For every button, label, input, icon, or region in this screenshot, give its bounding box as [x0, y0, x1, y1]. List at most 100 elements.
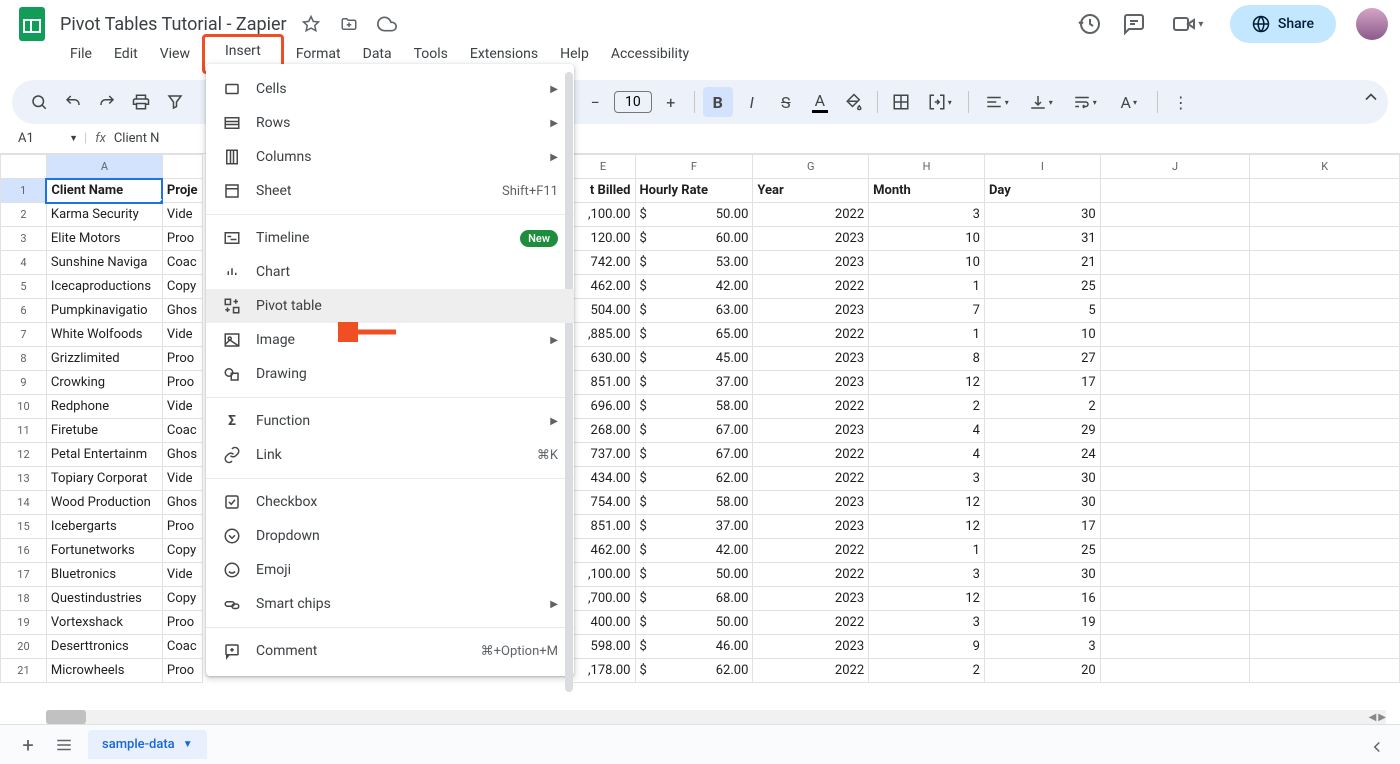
data-cell[interactable]: $68.00	[635, 587, 753, 611]
data-cell[interactable]: $60.00	[635, 227, 753, 251]
collapse-toolbar-icon[interactable]	[1356, 82, 1386, 112]
row-header[interactable]: 7	[1, 323, 47, 347]
data-cell[interactable]	[1100, 611, 1250, 635]
data-cell[interactable]: $62.00	[635, 659, 753, 683]
data-cell[interactable]	[1100, 251, 1250, 275]
data-cell[interactable]: White Wolfoods	[46, 323, 162, 347]
data-cell[interactable]: 25	[984, 539, 1100, 563]
fill-handle[interactable]	[159, 199, 163, 203]
data-cell[interactable]: ,178.00	[571, 659, 635, 683]
menu-pivot-table[interactable]: Pivot table	[206, 289, 574, 323]
menu-sheet[interactable]: SheetShift+F11	[206, 174, 574, 208]
cell-header-billed[interactable]: t Billed	[571, 179, 635, 203]
data-cell[interactable]: Sunshine Naviga	[46, 251, 162, 275]
data-cell[interactable]: 2023	[753, 299, 869, 323]
redo-icon[interactable]	[92, 87, 122, 117]
cell-header-day[interactable]: Day	[984, 179, 1100, 203]
data-cell[interactable]: 30	[984, 491, 1100, 515]
data-cell[interactable]	[1250, 323, 1400, 347]
data-cell[interactable]	[1100, 563, 1250, 587]
data-cell[interactable]: 30	[984, 203, 1100, 227]
data-cell[interactable]	[1100, 419, 1250, 443]
data-cell[interactable]: 2023	[753, 251, 869, 275]
data-cell[interactable]	[1100, 467, 1250, 491]
data-cell[interactable]	[1250, 299, 1400, 323]
data-cell[interactable]	[1100, 275, 1250, 299]
data-cell[interactable]: $50.00	[635, 203, 753, 227]
data-cell[interactable]	[1100, 443, 1250, 467]
data-cell[interactable]: 31	[984, 227, 1100, 251]
data-cell[interactable]: 25	[984, 275, 1100, 299]
data-cell[interactable]	[1100, 323, 1250, 347]
data-cell[interactable]: $37.00	[635, 515, 753, 539]
data-cell[interactable]: 17	[984, 515, 1100, 539]
data-cell[interactable]: Vide	[162, 323, 202, 347]
data-cell[interactable]: Copy	[162, 275, 202, 299]
data-cell[interactable]	[1250, 275, 1400, 299]
data-cell[interactable]: 737.00	[571, 443, 635, 467]
data-cell[interactable]: 2023	[753, 635, 869, 659]
menu-smart-chips[interactable]: Smart chips▶	[206, 587, 574, 621]
data-cell[interactable]	[1250, 203, 1400, 227]
data-cell[interactable]: 2023	[753, 419, 869, 443]
data-cell[interactable]: 120.00	[571, 227, 635, 251]
data-cell[interactable]: Grizzlimited	[46, 347, 162, 371]
data-cell[interactable]: 2023	[753, 347, 869, 371]
data-cell[interactable]: 2023	[753, 491, 869, 515]
decrease-font-icon[interactable]: −	[580, 87, 610, 117]
menu-rows[interactable]: Rows▶	[206, 106, 574, 140]
menu-file[interactable]: File	[60, 42, 102, 74]
data-cell[interactable]: 20	[984, 659, 1100, 683]
data-cell[interactable]	[1100, 635, 1250, 659]
undo-icon[interactable]	[58, 87, 88, 117]
data-cell[interactable]: Deserttronics	[46, 635, 162, 659]
row-header[interactable]: 2	[1, 203, 47, 227]
data-cell[interactable]: ,700.00	[571, 587, 635, 611]
data-cell[interactable]: ,885.00	[571, 323, 635, 347]
data-cell[interactable]: Proo	[162, 515, 202, 539]
data-cell[interactable]: 24	[984, 443, 1100, 467]
row-header-1[interactable]: 1	[1, 179, 47, 203]
data-cell[interactable]: 2022	[753, 539, 869, 563]
data-cell[interactable]: 2022	[753, 563, 869, 587]
data-cell[interactable]: 462.00	[571, 275, 635, 299]
data-cell[interactable]: $50.00	[635, 611, 753, 635]
data-cell[interactable]: ,100.00	[571, 203, 635, 227]
data-cell[interactable]: $58.00	[635, 395, 753, 419]
data-cell[interactable]: Ghos	[162, 491, 202, 515]
data-cell[interactable]	[1250, 515, 1400, 539]
row-header[interactable]: 12	[1, 443, 47, 467]
row-header[interactable]: 20	[1, 635, 47, 659]
data-cell[interactable]	[1100, 203, 1250, 227]
cell-B1[interactable]: Proje	[162, 179, 202, 203]
document-title[interactable]: Pivot Tables Tutorial - Zapier	[60, 14, 287, 35]
sheets-logo[interactable]	[12, 4, 52, 44]
data-cell[interactable]	[1100, 299, 1250, 323]
name-box[interactable]: A1▼	[12, 129, 84, 148]
data-cell[interactable]	[1250, 443, 1400, 467]
horizontal-scrollbar[interactable]: ◀▶	[46, 710, 1386, 724]
data-cell[interactable]: $67.00	[635, 419, 753, 443]
menu-accessibility[interactable]: Accessibility	[601, 42, 699, 74]
row-header[interactable]: 18	[1, 587, 47, 611]
data-cell[interactable]: Proo	[162, 371, 202, 395]
user-avatar[interactable]	[1356, 8, 1388, 40]
data-cell[interactable]	[1250, 635, 1400, 659]
menu-link[interactable]: Link⌘K	[206, 438, 574, 472]
data-cell[interactable]: 2022	[753, 203, 869, 227]
menu-drawing[interactable]: Drawing	[206, 357, 574, 391]
borders-button[interactable]	[886, 87, 916, 117]
data-cell[interactable]: 5	[984, 299, 1100, 323]
data-cell[interactable]: 21	[984, 251, 1100, 275]
all-sheets-icon[interactable]	[52, 733, 76, 757]
data-cell[interactable]: $67.00	[635, 443, 753, 467]
data-cell[interactable]: Proo	[162, 659, 202, 683]
data-cell[interactable]	[1250, 659, 1400, 683]
data-cell[interactable]	[1250, 227, 1400, 251]
bold-button[interactable]: B	[703, 87, 733, 117]
data-cell[interactable]: 434.00	[571, 467, 635, 491]
row-header[interactable]: 10	[1, 395, 47, 419]
data-cell[interactable]: Firetube	[46, 419, 162, 443]
menu-image[interactable]: Image▶	[206, 323, 574, 357]
row-header[interactable]: 8	[1, 347, 47, 371]
